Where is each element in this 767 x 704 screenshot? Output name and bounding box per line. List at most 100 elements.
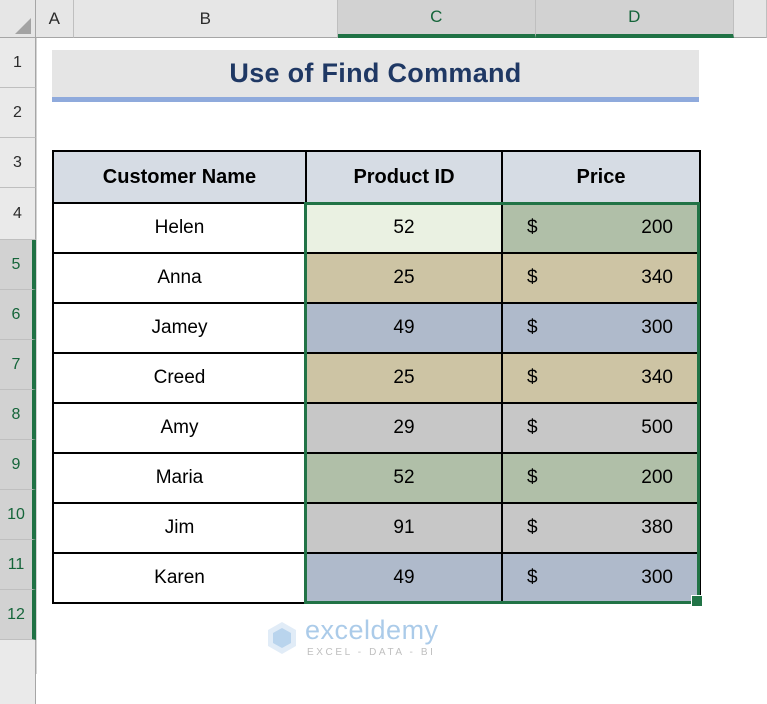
cell-price[interactable]: $300 bbox=[501, 552, 701, 604]
column-header-b-label: B bbox=[199, 8, 212, 28]
row-header-13[interactable] bbox=[0, 640, 36, 704]
table-row: Creed 25 $340 bbox=[52, 352, 701, 404]
price-value-wrap: $340 bbox=[515, 354, 687, 402]
currency-symbol: $ bbox=[527, 367, 538, 388]
column-header-d[interactable]: D bbox=[536, 0, 734, 38]
column-header-bar: A B C D bbox=[0, 0, 767, 38]
column-header-c[interactable]: C bbox=[338, 0, 536, 38]
row-header-1-label: 1 bbox=[13, 53, 22, 71]
cell-price[interactable]: $200 bbox=[501, 452, 701, 504]
row-header-9-label: 9 bbox=[11, 455, 21, 473]
price-amount: 380 bbox=[641, 517, 673, 538]
column-header-d-label: D bbox=[628, 7, 641, 26]
row-header-6[interactable]: 6 bbox=[0, 290, 36, 340]
cell-customer-name[interactable]: Helen bbox=[52, 202, 307, 254]
row-header-6-label: 6 bbox=[11, 305, 21, 323]
cell-price[interactable]: $300 bbox=[501, 302, 701, 354]
table-row: Jim 91 $380 bbox=[52, 502, 701, 554]
column-header-c-label: C bbox=[430, 7, 443, 26]
row-header-7[interactable]: 7 bbox=[0, 340, 36, 390]
currency-symbol: $ bbox=[527, 567, 538, 588]
row-header-8-label: 8 bbox=[11, 405, 21, 423]
cell-customer-name[interactable]: Anna bbox=[52, 252, 307, 304]
price-value-wrap: $380 bbox=[515, 504, 687, 552]
row-header-2[interactable]: 2 bbox=[0, 88, 36, 138]
cell-product-id[interactable]: 49 bbox=[305, 302, 503, 354]
row-header-4-label: 4 bbox=[13, 204, 22, 222]
cell-customer-name[interactable]: Creed bbox=[52, 352, 307, 404]
row-header-12-label: 12 bbox=[7, 605, 25, 623]
price-amount: 340 bbox=[641, 367, 673, 388]
price-value-wrap: $500 bbox=[515, 404, 687, 452]
cell-price[interactable]: $340 bbox=[501, 352, 701, 404]
row-header-10[interactable]: 10 bbox=[0, 490, 36, 540]
row-header-7-label: 7 bbox=[11, 355, 21, 373]
cell-product-id[interactable]: 52 bbox=[305, 452, 503, 504]
row-header-10-label: 10 bbox=[7, 505, 25, 523]
cell-product-id[interactable]: 49 bbox=[305, 552, 503, 604]
row-header-8[interactable]: 8 bbox=[0, 390, 36, 440]
row-header-11[interactable]: 11 bbox=[0, 540, 36, 590]
cell-product-id[interactable]: 29 bbox=[305, 402, 503, 454]
price-amount: 200 bbox=[641, 217, 673, 238]
row-header-9[interactable]: 9 bbox=[0, 440, 36, 490]
cell-price[interactable]: $200 bbox=[501, 202, 701, 254]
cell-price[interactable]: $500 bbox=[501, 402, 701, 454]
price-value-wrap: $340 bbox=[515, 254, 687, 302]
cell-customer-name[interactable]: Jamey bbox=[52, 302, 307, 354]
currency-symbol: $ bbox=[527, 217, 538, 238]
price-amount: 300 bbox=[641, 317, 673, 338]
title-banner: Use of Find Command bbox=[52, 50, 699, 102]
currency-symbol: $ bbox=[527, 517, 538, 538]
select-all-corner[interactable] bbox=[0, 0, 36, 38]
table-row: Helen 52 $200 bbox=[52, 202, 701, 254]
price-value-wrap: $200 bbox=[515, 204, 687, 252]
cell-product-id[interactable]: 91 bbox=[305, 502, 503, 554]
cell-customer-name[interactable]: Amy bbox=[52, 402, 307, 454]
currency-symbol: $ bbox=[527, 317, 538, 338]
table-row: Maria 52 $200 bbox=[52, 452, 701, 504]
page-title: Use of Find Command bbox=[229, 58, 522, 88]
select-all-triangle-icon bbox=[15, 18, 31, 34]
currency-symbol: $ bbox=[527, 467, 538, 488]
currency-symbol: $ bbox=[527, 417, 538, 438]
row-header-11-label: 11 bbox=[7, 555, 25, 573]
column-header-b[interactable]: B bbox=[74, 0, 338, 38]
table-row: Amy 29 $500 bbox=[52, 402, 701, 454]
price-amount: 500 bbox=[641, 417, 673, 438]
table-row: Jamey 49 $300 bbox=[52, 302, 701, 354]
price-amount: 200 bbox=[641, 467, 673, 488]
currency-symbol: $ bbox=[527, 267, 538, 288]
column-header-customer-name: Customer Name bbox=[52, 150, 307, 204]
column-header-e[interactable] bbox=[734, 0, 767, 38]
row-header-4[interactable]: 4 bbox=[0, 188, 36, 240]
column-header-product-id: Product ID bbox=[305, 150, 503, 204]
column-header-a[interactable]: A bbox=[36, 0, 74, 38]
cell-customer-name[interactable]: Jim bbox=[52, 502, 307, 554]
spreadsheet-canvas: A B C D 1 2 3 4 5 6 7 8 9 10 11 12 Use o… bbox=[0, 0, 767, 704]
price-value-wrap: $300 bbox=[515, 554, 687, 602]
cell-product-id[interactable]: 25 bbox=[305, 252, 503, 304]
row-header-3[interactable]: 3 bbox=[0, 138, 36, 188]
row-header-bar: 1 2 3 4 5 6 7 8 9 10 11 12 bbox=[0, 38, 36, 704]
row-header-5[interactable]: 5 bbox=[0, 240, 36, 290]
column-header-price: Price bbox=[501, 150, 701, 204]
cell-price[interactable]: $340 bbox=[501, 252, 701, 304]
cell-customer-name[interactable]: Maria bbox=[52, 452, 307, 504]
table-row: Anna 25 $340 bbox=[52, 252, 701, 304]
row-header-3-label: 3 bbox=[13, 153, 22, 171]
row-header-1[interactable]: 1 bbox=[0, 38, 36, 88]
cell-product-id[interactable]: 25 bbox=[305, 352, 503, 404]
row-header-2-label: 2 bbox=[13, 103, 22, 121]
column-header-a-label: A bbox=[48, 8, 61, 28]
table-row: Karen 49 $300 bbox=[52, 552, 701, 604]
row-header-5-label: 5 bbox=[11, 255, 21, 273]
price-value-wrap: $200 bbox=[515, 454, 687, 502]
cell-price[interactable]: $380 bbox=[501, 502, 701, 554]
data-table: Customer Name Product ID Price Helen 52 $2… bbox=[52, 150, 701, 604]
row-header-12[interactable]: 12 bbox=[0, 590, 36, 640]
price-amount: 340 bbox=[641, 267, 673, 288]
cell-customer-name[interactable]: Karen bbox=[52, 552, 307, 604]
table-body: Helen 52 $200 Anna 25 $340 Jamey 49 $300 Creed 25 $… bbox=[52, 202, 701, 604]
cell-product-id[interactable]: 52 bbox=[305, 202, 503, 254]
